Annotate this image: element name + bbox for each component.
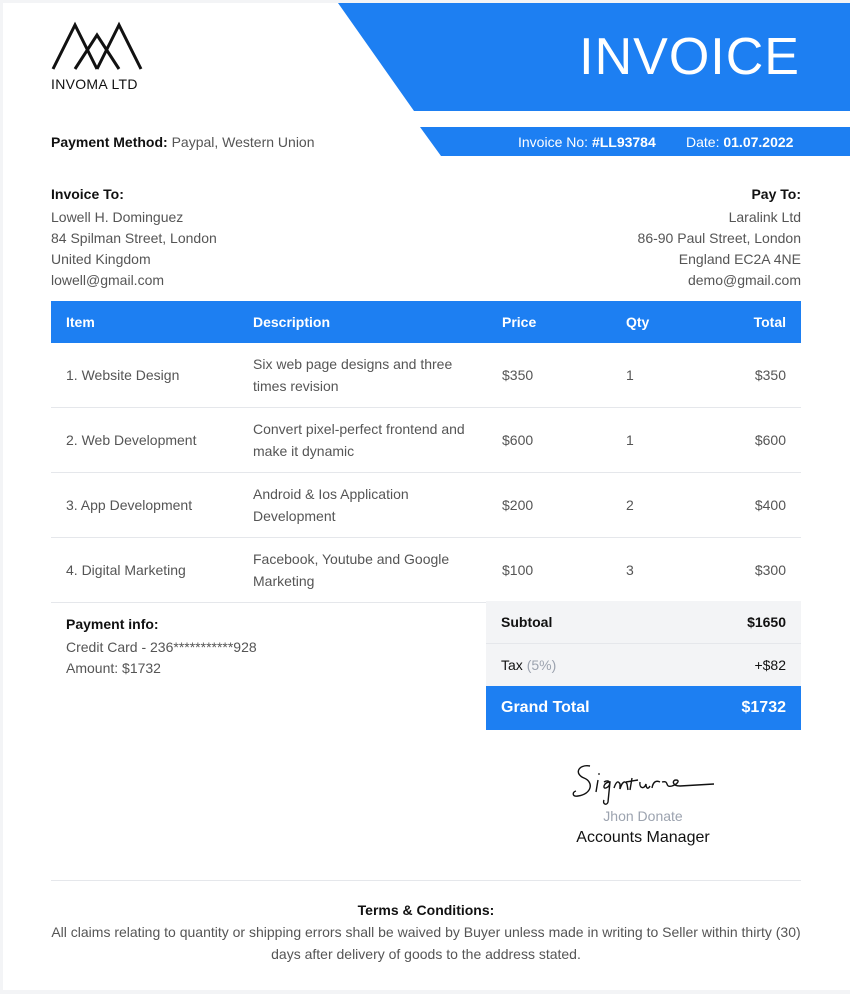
invoice-to-block: Invoice To: Lowell H. Dominguez 84 Spilm… <box>51 184 217 291</box>
company-name: INVOMA LTD <box>51 76 138 92</box>
payment-info-heading: Payment info: <box>66 616 159 632</box>
invoice-number-value: #LL93784 <box>591 134 656 150</box>
tax-percent: (5%) <box>526 657 557 673</box>
item-description: Android & Ios Application Development <box>238 472 487 538</box>
table-row: 3. App Development Android & Ios Applica… <box>51 472 801 538</box>
invoice-meta-strip: Invoice No: #LL93784 Date: 01.07.2022 <box>420 127 850 156</box>
signer-role: Accounts Manager <box>576 829 710 846</box>
item-description: Facebook, Youtube and Google Marketing <box>238 537 487 603</box>
item-qty: 2 <box>611 472 733 538</box>
item-description: Convert pixel-perfect frontend and make … <box>238 407 487 473</box>
item-price: $600 <box>487 407 611 473</box>
pay-to-name: Laralink Ltd <box>728 209 801 225</box>
tax-value: +$82 <box>754 657 786 673</box>
payment-amount: Amount: $1732 <box>66 660 161 676</box>
grand-total-label: Grand Total <box>501 699 590 716</box>
terms-text: All claims relating to quantity or shipp… <box>51 924 801 962</box>
terms-block: Terms & Conditions: All claims relating … <box>51 899 801 965</box>
col-price-header: Price <box>502 314 537 330</box>
invoice-to-email: lowell@gmail.com <box>51 272 165 288</box>
table-row: 1. Website Design Six web page designs a… <box>51 343 801 408</box>
signer-name: Jhon Donate <box>603 808 683 824</box>
col-total-header: Total <box>753 314 786 330</box>
invoice-date-label: Date: <box>686 134 720 150</box>
payment-method-label: Payment Method: <box>51 134 168 150</box>
table-row: 4. Digital Marketing Facebook, Youtube a… <box>51 537 801 603</box>
payment-card: Credit Card - 236***********928 <box>66 639 257 655</box>
company-logo-icon <box>51 21 143 71</box>
item-name: 1. Website Design <box>51 343 238 408</box>
table-header-row: Item Description Price Qty Total <box>51 301 801 343</box>
col-qty-header: Qty <box>626 314 650 330</box>
grand-total-row: Grand Total $1732 <box>486 686 801 730</box>
tax-row: Tax (5%) +$82 <box>486 644 801 686</box>
item-total: $600 <box>733 407 801 473</box>
items-table: Item Description Price Qty Total 1. Webs… <box>51 301 801 603</box>
header-banner: INVOICE <box>338 3 850 111</box>
invoice-to-name: Lowell H. Dominguez <box>51 209 184 225</box>
invoice-page: INVOICE INVOMA LTD Payment Method: Paypa… <box>3 3 850 990</box>
col-item-header: Item <box>66 314 95 330</box>
invoice-date: Date: 01.07.2022 <box>686 134 793 150</box>
payment-method: Payment Method: Paypal, Western Union <box>51 134 315 150</box>
invoice-to-country: United Kingdom <box>51 251 151 267</box>
item-name: 2. Web Development <box>51 407 238 473</box>
item-total: $300 <box>733 537 801 603</box>
subtotal-label: Subtoal <box>501 614 553 630</box>
payment-info-block: Payment info: Credit Card - 236*********… <box>66 614 257 679</box>
invoice-to-street: 84 Spilman Street, London <box>51 230 217 246</box>
invoice-number-label: Invoice No: <box>518 134 589 150</box>
pay-to-region: England EC2A 4NE <box>678 251 801 267</box>
item-total: $350 <box>733 343 801 408</box>
item-total: $400 <box>733 472 801 538</box>
invoice-title: INVOICE <box>579 28 800 86</box>
grand-total-value: $1732 <box>741 699 787 716</box>
signature-icon <box>568 758 718 813</box>
summary-box: Subtoal $1650 Tax (5%) +$82 Grand Total … <box>486 601 801 730</box>
item-price: $350 <box>487 343 611 408</box>
invoice-number: Invoice No: #LL93784 <box>518 134 656 150</box>
pay-to-block: Pay To: Laralink Ltd 86-90 Paul Street, … <box>638 184 801 291</box>
item-qty: 1 <box>611 343 733 408</box>
divider <box>51 880 801 881</box>
tax-label-group: Tax (5%) <box>501 657 556 673</box>
item-qty: 3 <box>611 537 733 603</box>
item-qty: 1 <box>611 407 733 473</box>
subtotal-value: $1650 <box>747 614 786 630</box>
subtotal-row: Subtoal $1650 <box>486 601 801 644</box>
invoice-to-heading: Invoice To: <box>51 186 124 202</box>
item-name: 3. App Development <box>51 472 238 538</box>
pay-to-heading: Pay To: <box>751 186 801 202</box>
payment-method-value: Paypal, Western Union <box>171 134 315 150</box>
item-description: Six web page designs and three times rev… <box>238 343 487 408</box>
pay-to-street: 86-90 Paul Street, London <box>637 230 801 246</box>
item-name: 4. Digital Marketing <box>51 537 238 603</box>
item-price: $200 <box>487 472 611 538</box>
table-row: 2. Web Development Convert pixel-perfect… <box>51 407 801 473</box>
invoice-date-value: 01.07.2022 <box>723 134 794 150</box>
item-price: $100 <box>487 537 611 603</box>
col-description-header: Description <box>253 314 331 330</box>
tax-label: Tax <box>501 657 523 673</box>
pay-to-email: demo@gmail.com <box>687 272 801 288</box>
terms-heading: Terms & Conditions: <box>357 902 495 918</box>
